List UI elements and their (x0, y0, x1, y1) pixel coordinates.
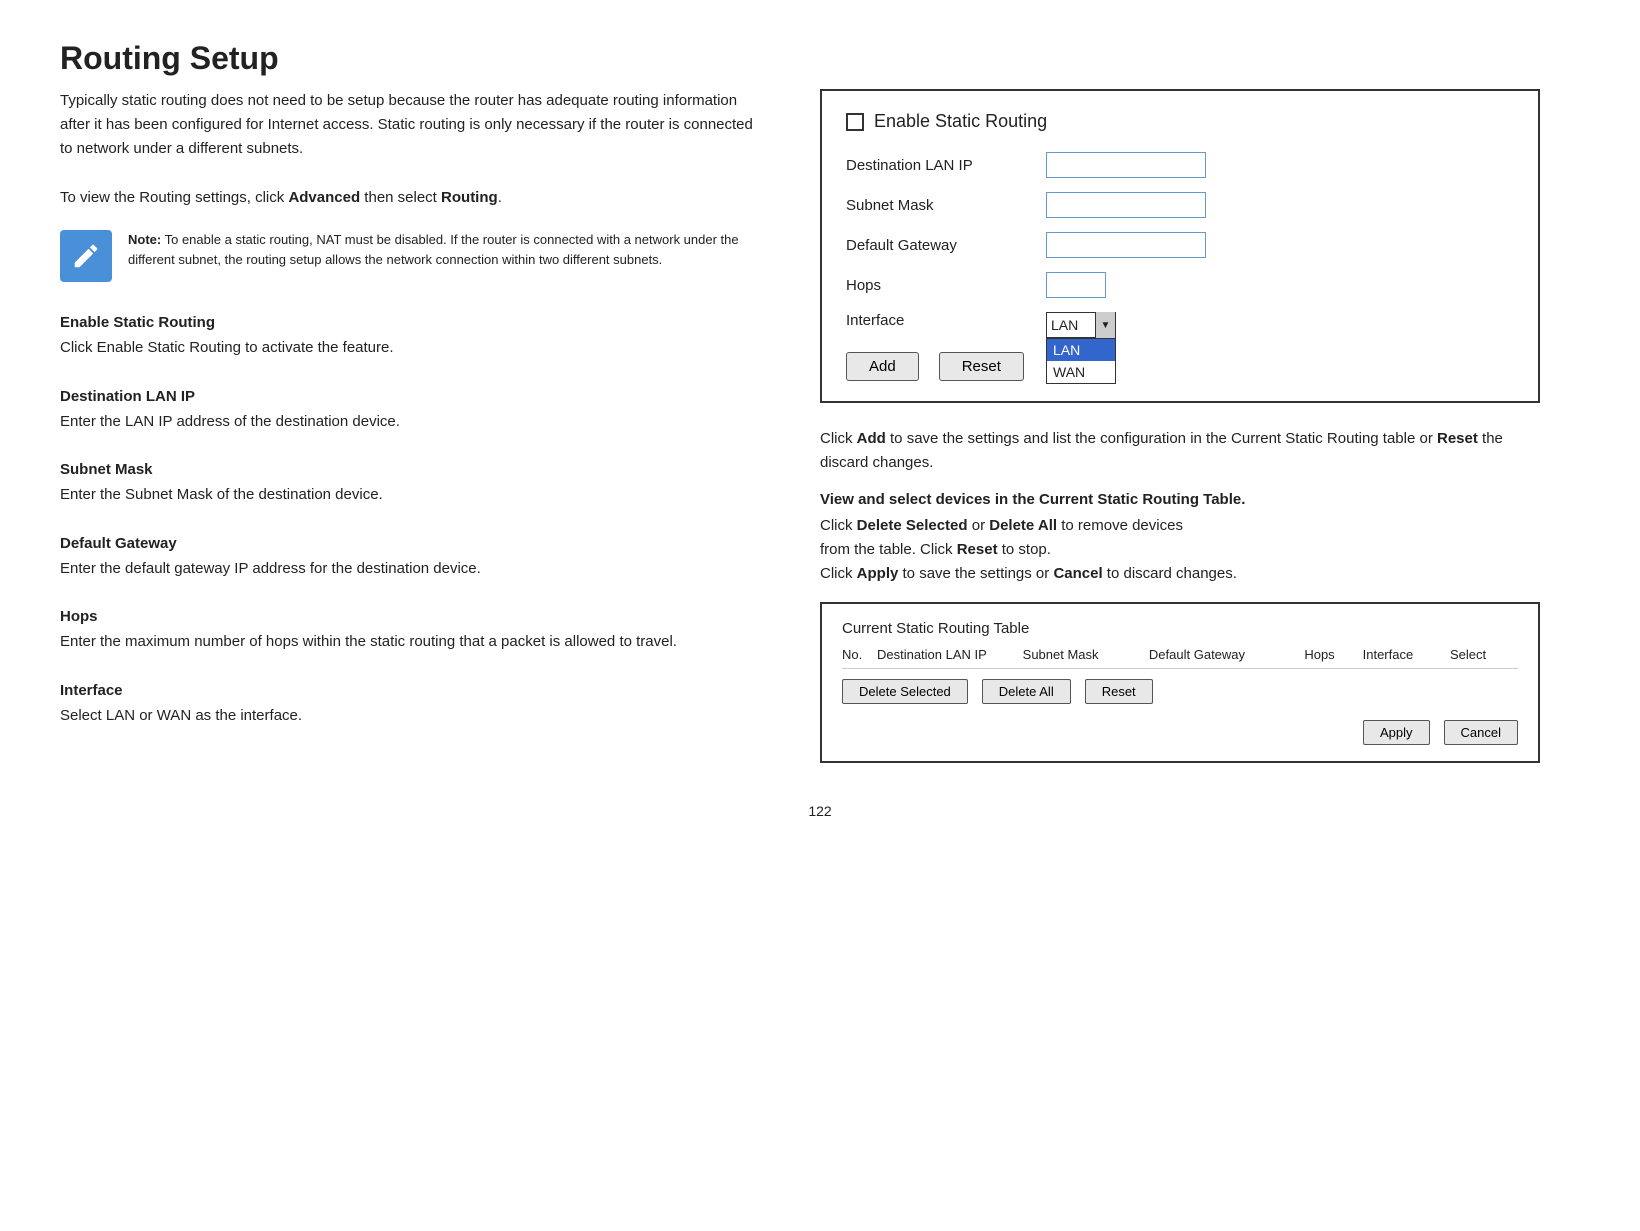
th-select: Select (1450, 647, 1518, 662)
interface-dropdown-arrow[interactable]: ▼ (1095, 312, 1115, 338)
th-hops: Hops (1304, 647, 1362, 662)
section-subnet-mask: Subnet Mask Enter the Subnet Mask of the… (60, 461, 760, 507)
table-header: No. Destination LAN IP Subnet Mask Defau… (842, 647, 1518, 669)
default-gateway-label: Default Gateway (846, 237, 1046, 254)
routing-table-panel: Current Static Routing Table No. Destina… (820, 602, 1540, 763)
table-buttons-row: Delete Selected Delete All Reset (842, 679, 1518, 704)
pencil-icon (71, 241, 101, 271)
destination-lan-ip-row: Destination LAN IP (846, 152, 1514, 178)
add-button[interactable]: Add (846, 352, 919, 381)
routing-setup-panel: Enable Static Routing Destination LAN IP… (820, 89, 1540, 403)
note-text: Note: To enable a static routing, NAT mu… (128, 230, 760, 269)
click-add-description: Click Add to save the settings and list … (820, 427, 1540, 475)
th-interface: Interface (1363, 647, 1450, 662)
section-interface: Interface Select LAN or WAN as the inter… (60, 682, 760, 728)
destination-lan-ip-input[interactable] (1046, 152, 1206, 178)
interface-label: Interface (846, 312, 1046, 329)
section-destination-lan-ip: Destination LAN IP Enter the LAN IP addr… (60, 388, 760, 434)
subnet-mask-row: Subnet Mask (846, 192, 1514, 218)
page-number: 122 (60, 803, 1580, 819)
default-gateway-row: Default Gateway (846, 232, 1514, 258)
interface-select-wrapper: LAN ▼ LAN WAN (1046, 312, 1116, 338)
hops-row: Hops (846, 272, 1514, 298)
delete-selected-button[interactable]: Delete Selected (842, 679, 968, 704)
interface-selected-value: LAN (1047, 317, 1095, 333)
cancel-button[interactable]: Cancel (1444, 720, 1518, 745)
view-routing-text: To view the Routing settings, click Adva… (60, 189, 760, 206)
routing-table-title: Current Static Routing Table (842, 620, 1518, 637)
interface-option-wan[interactable]: WAN (1047, 361, 1115, 383)
table-reset-button[interactable]: Reset (1085, 679, 1153, 704)
th-destination-lan-ip: Destination LAN IP (877, 647, 1023, 662)
interface-row: Interface LAN ▼ LAN WAN (846, 312, 1514, 338)
th-default-gateway: Default Gateway (1149, 647, 1304, 662)
intro-text: Typically static routing does not need t… (60, 89, 760, 161)
apply-cancel-row: Apply Cancel (842, 720, 1518, 745)
interface-dropdown-menu: LAN WAN (1046, 338, 1116, 384)
subnet-mask-input[interactable] (1046, 192, 1206, 218)
subnet-mask-label: Subnet Mask (846, 197, 1046, 214)
hops-input[interactable] (1046, 272, 1106, 298)
left-column: Typically static routing does not need t… (60, 89, 760, 763)
note-icon (60, 230, 112, 282)
section-enable-static-routing: Enable Static Routing Click Enable Stati… (60, 314, 760, 360)
th-no: No. (842, 647, 877, 662)
view-select-section: View and select devices in the Current S… (820, 491, 1540, 586)
interface-option-lan[interactable]: LAN (1047, 339, 1115, 361)
right-column: Enable Static Routing Destination LAN IP… (820, 89, 1540, 763)
enable-static-routing-row[interactable]: Enable Static Routing (846, 111, 1514, 132)
section-hops: Hops Enter the maximum number of hops wi… (60, 608, 760, 654)
enable-static-routing-label: Enable Static Routing (874, 111, 1047, 132)
view-select-line1: Click Delete Selected or Delete All to r… (820, 514, 1540, 586)
section-default-gateway: Default Gateway Enter the default gatewa… (60, 535, 760, 581)
page-title: Routing Setup (60, 40, 1580, 77)
delete-all-button[interactable]: Delete All (982, 679, 1071, 704)
add-reset-buttons-row: Add Reset (846, 352, 1514, 381)
enable-static-routing-checkbox[interactable] (846, 113, 864, 131)
panel-reset-button[interactable]: Reset (939, 352, 1024, 381)
default-gateway-input[interactable] (1046, 232, 1206, 258)
th-subnet-mask: Subnet Mask (1023, 647, 1149, 662)
note-box: Note: To enable a static routing, NAT mu… (60, 230, 760, 282)
hops-label: Hops (846, 277, 1046, 294)
destination-lan-ip-label: Destination LAN IP (846, 157, 1046, 174)
apply-button[interactable]: Apply (1363, 720, 1430, 745)
